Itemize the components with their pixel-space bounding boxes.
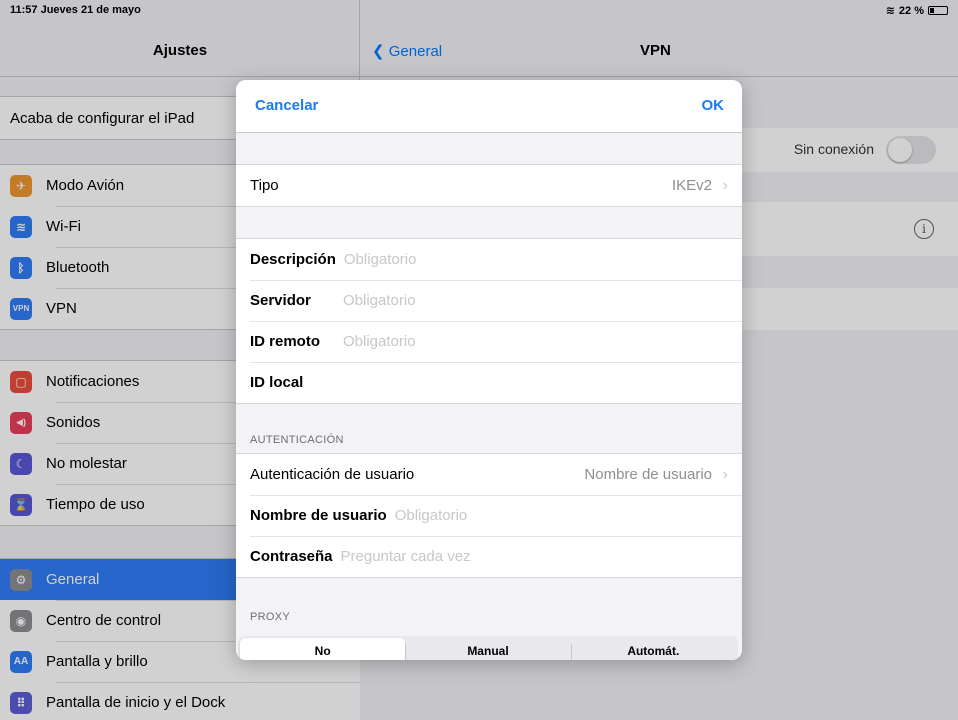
modal-header: Cancelar OK <box>236 80 742 133</box>
description-field[interactable]: Descripción Obligatorio <box>236 239 742 280</box>
remote-id-label: ID remoto <box>250 333 321 350</box>
username-field[interactable]: Nombre de usuario Obligatorio <box>236 495 742 536</box>
auth-group: Autenticación de usuario Nombre de usuar… <box>236 453 742 578</box>
username-label: Nombre de usuario <box>250 507 387 524</box>
cancel-button[interactable]: Cancelar <box>255 97 318 114</box>
chevron-right-icon: › <box>722 465 728 483</box>
user-auth-label: Autenticación de usuario <box>250 466 415 483</box>
chevron-right-icon: › <box>722 176 728 194</box>
proxy-section-header: PROXY <box>250 611 291 623</box>
username-placeholder: Obligatorio <box>394 507 468 524</box>
proxy-option-manual[interactable]: Manual <box>405 638 570 660</box>
auth-section-header: AUTENTICACIÓN <box>250 434 344 446</box>
remote-id-placeholder: Obligatorio <box>343 333 416 350</box>
description-placeholder: Obligatorio <box>343 251 417 268</box>
add-vpn-modal: Cancelar OK Tipo IKEv2 › Descripción Obl… <box>236 80 742 660</box>
type-group: Tipo IKEv2 › <box>236 164 742 207</box>
server-field[interactable]: Servidor Obligatorio <box>236 280 742 321</box>
type-row[interactable]: Tipo IKEv2 › <box>236 165 742 206</box>
user-auth-value: Nombre de usuario <box>584 466 712 483</box>
password-label: Contraseña <box>250 548 333 565</box>
description-label: Descripción <box>250 251 336 268</box>
proxy-option-auto[interactable]: Automát. <box>570 638 736 660</box>
local-id-label: ID local <box>250 374 304 391</box>
type-value: IKEv2 <box>671 177 712 194</box>
password-field[interactable]: Contraseña Preguntar cada vez <box>236 536 742 577</box>
remote-id-field[interactable]: ID remoto Obligatorio <box>236 321 742 362</box>
proxy-option-no[interactable]: No <box>240 638 406 660</box>
ok-button[interactable]: OK <box>702 97 725 114</box>
server-fields-group: Descripción Obligatorio Servidor Obligat… <box>236 238 742 404</box>
password-placeholder: Preguntar cada vez <box>340 548 471 565</box>
proxy-segmented-control: No Manual Automát. <box>238 636 738 660</box>
server-label: Servidor <box>250 292 311 309</box>
server-placeholder: Obligatorio <box>343 292 416 309</box>
type-label: Tipo <box>250 177 279 194</box>
local-id-field[interactable]: ID local <box>236 362 742 403</box>
user-auth-row[interactable]: Autenticación de usuario Nombre de usuar… <box>236 454 742 495</box>
